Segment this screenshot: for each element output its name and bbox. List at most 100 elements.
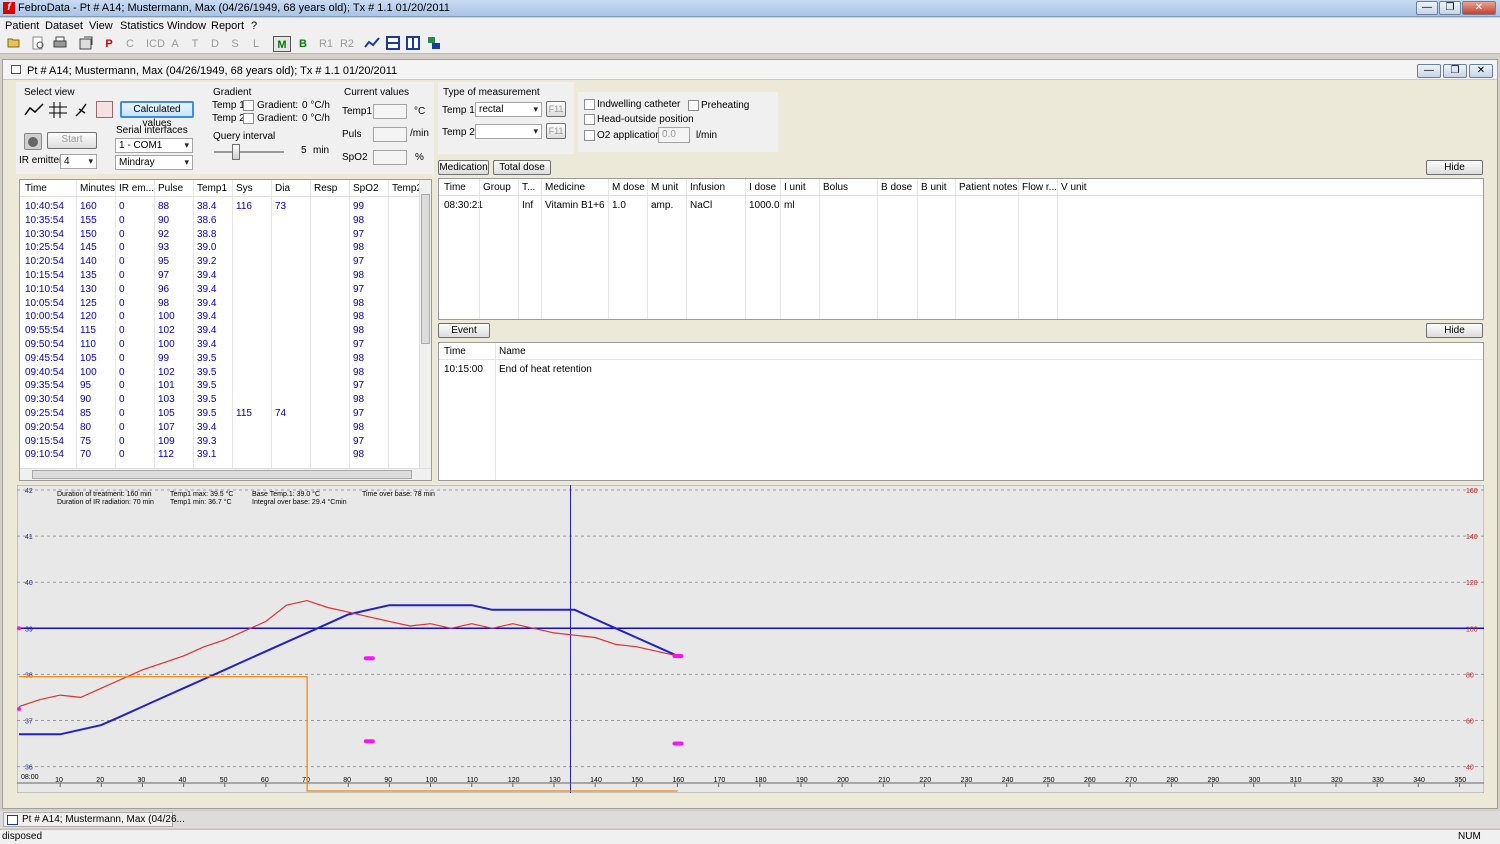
gradient-temp2-checkbox[interactable] — [243, 113, 254, 124]
event-table[interactable]: Time Name 10:15:00 End of heat retention — [438, 342, 1484, 481]
medication-col-2[interactable]: T... — [522, 182, 535, 193]
menu-patient[interactable]: Patient — [5, 20, 39, 32]
medication-col-13[interactable]: Flow r... — [1022, 182, 1057, 193]
toolbar-c-button[interactable]: C — [122, 36, 138, 52]
medication-col-10[interactable]: B dose — [881, 182, 912, 193]
sensor-icon[interactable] — [24, 133, 42, 150]
gradient-temp1-checkbox[interactable] — [243, 100, 254, 111]
menu-view[interactable]: View — [89, 20, 113, 32]
vitals-vertical-scrollbar[interactable] — [419, 180, 431, 470]
vitals-row[interactable]: 09:15:54 75 0 109 39.3 97 — [20, 435, 431, 449]
vitals-row[interactable]: 09:10:54 70 0 112 39.1 98 — [20, 448, 431, 462]
query-interval-slider[interactable] — [232, 144, 240, 160]
medication-table[interactable]: Time Group T... Medicine M dose M unit Infusio… — [438, 178, 1484, 320]
vitals-horizontal-scrollbar[interactable] — [20, 468, 431, 480]
tile-windows-icon[interactable] — [426, 36, 442, 52]
medication-col-6[interactable]: Infusion — [690, 182, 725, 193]
ir-emitters-select[interactable]: 4 — [60, 154, 97, 169]
medication-col-0[interactable]: Time — [444, 182, 466, 193]
vitals-row[interactable]: 10:35:54 155 0 90 38.6 98 — [20, 214, 431, 228]
medication-col-14[interactable]: V unit — [1061, 182, 1087, 193]
calculated-values-button[interactable]: Calculated values — [120, 101, 194, 129]
vitals-row[interactable]: 09:55:54 115 0 102 39.4 98 — [20, 324, 431, 338]
vitals-col-6[interactable]: Dia — [275, 183, 290, 194]
event-col-0[interactable]: Time — [444, 346, 466, 357]
vitals-row[interactable]: 09:50:54 110 0 100 39.4 97 — [20, 338, 431, 352]
total-dose-tab[interactable]: Total dose — [493, 160, 551, 175]
vitals-col-0[interactable]: Time — [25, 183, 47, 194]
event-row[interactable]: 10:15:00 End of heat retention — [439, 363, 1483, 377]
grid-icon[interactable] — [49, 102, 67, 121]
event-hide-button[interactable]: Hide — [1426, 323, 1483, 338]
medication-tab[interactable]: Medication — [438, 160, 489, 175]
print-preview-icon[interactable] — [30, 36, 46, 52]
vitals-row[interactable]: 09:30:54 90 0 103 39.5 98 — [20, 393, 431, 407]
vitals-row[interactable]: 10:25:54 145 0 93 39.0 98 — [20, 241, 431, 255]
line-chart-icon[interactable] — [24, 102, 44, 121]
toolbar-icd-button[interactable]: ICD — [146, 36, 165, 52]
measurement-temp2-select[interactable] — [475, 124, 542, 139]
close-button[interactable]: ✕ — [1462, 1, 1496, 15]
child-restore-button[interactable]: ❐ — [1443, 64, 1467, 78]
toolbar-t-button[interactable]: T — [187, 36, 203, 52]
toolbar-r1-button[interactable]: R1 — [318, 36, 334, 52]
vitals-row[interactable]: 09:40:54 100 0 102 39.5 98 — [20, 366, 431, 380]
start-button[interactable]: Start — [47, 132, 97, 149]
vitals-row[interactable]: 10:30:54 150 0 92 38.8 97 — [20, 228, 431, 242]
vitals-row[interactable]: 10:40:54 160 0 88 38.4 116 73 99 — [20, 200, 431, 214]
vitals-table[interactable]: Time Minutes IR em... Pulse Temp1 Sys Dia Resp S… — [19, 179, 432, 481]
medication-col-9[interactable]: Bolus — [823, 182, 848, 193]
child-minimize-button[interactable]: — — [1417, 64, 1441, 78]
toolbar-b-button[interactable]: B — [295, 36, 311, 52]
toolbar-d-button[interactable]: D — [207, 36, 223, 52]
vitals-row[interactable]: 10:00:54 120 0 100 39.4 98 — [20, 310, 431, 324]
medication-col-8[interactable]: I unit — [784, 182, 806, 193]
event-tab[interactable]: Event — [438, 323, 490, 338]
toolbar-r2-button[interactable]: R2 — [339, 36, 355, 52]
vitals-col-9[interactable]: Temp2 — [392, 183, 422, 194]
print-icon[interactable] — [52, 36, 68, 52]
restore-button[interactable]: ❐ — [1439, 1, 1461, 15]
taskbar-window-item[interactable]: Pt # A14; Mustermann, Max (04/26... — [3, 812, 185, 827]
vitals-col-3[interactable]: Pulse — [158, 183, 183, 194]
measurement-temp1-select[interactable]: rectal — [475, 102, 542, 117]
menu-report[interactable]: Report — [211, 20, 244, 32]
medication-col-11[interactable]: B unit — [921, 182, 947, 193]
head-position-checkbox[interactable] — [584, 114, 595, 125]
vitals-hscroll-thumb[interactable] — [32, 470, 412, 479]
minimize-button[interactable]: — — [1416, 1, 1438, 15]
toolbar-l-button[interactable]: L — [248, 36, 264, 52]
preheating-checkbox[interactable] — [688, 100, 699, 111]
medication-col-5[interactable]: M unit — [651, 182, 678, 193]
menu-window[interactable]: Window — [167, 20, 206, 32]
vitals-row[interactable]: 09:20:54 80 0 107 39.4 98 — [20, 421, 431, 435]
pin-icon[interactable] — [73, 102, 89, 121]
medication-hide-button[interactable]: Hide — [1426, 160, 1483, 175]
vitals-row[interactable]: 09:25:54 85 0 105 39.5 115 74 97 — [20, 407, 431, 421]
vitals-col-1[interactable]: Minutes — [80, 183, 115, 194]
temperature-chart[interactable]: 36 37 38 39 40 41 42 40 60 80 100 120 140 160 08:00 10 2… — [17, 485, 1484, 793]
menu-dataset[interactable]: Dataset — [45, 20, 83, 32]
vitals-row[interactable]: 10:10:54 130 0 96 39.4 97 — [20, 283, 431, 297]
toolbar-m-button[interactable]: M — [273, 36, 291, 52]
horizontal-split-icon[interactable] — [385, 36, 401, 52]
vitals-col-8[interactable]: SpO2 — [353, 183, 379, 194]
medication-col-4[interactable]: M dose — [612, 182, 645, 193]
medication-col-7[interactable]: I dose — [749, 182, 776, 193]
child-close-button[interactable]: ✕ — [1469, 64, 1493, 78]
event-col-1[interactable]: Name — [499, 346, 526, 357]
o2-checkbox[interactable] — [584, 130, 595, 141]
vitals-row[interactable]: 09:45:54 105 0 99 39.5 98 — [20, 352, 431, 366]
vitals-row[interactable]: 09:35:54 95 0 101 39.5 97 — [20, 379, 431, 393]
vitals-col-4[interactable]: Temp1 — [197, 183, 227, 194]
menu-statistics[interactable]: Statistics — [120, 20, 164, 32]
vitals-row[interactable]: 10:20:54 140 0 95 39.2 97 — [20, 255, 431, 269]
toolbar-p-button[interactable]: P — [101, 36, 117, 52]
vitals-row[interactable]: 10:05:54 125 0 98 39.4 98 — [20, 297, 431, 311]
vitals-col-2[interactable]: IR em... — [119, 183, 154, 194]
export-icon[interactable] — [78, 36, 94, 52]
open-folder-icon[interactable] — [6, 36, 22, 52]
device-select[interactable]: Mindray — [115, 155, 193, 170]
chart-view-icon[interactable] — [364, 36, 380, 52]
toolbar-a-button[interactable]: A — [167, 36, 183, 52]
